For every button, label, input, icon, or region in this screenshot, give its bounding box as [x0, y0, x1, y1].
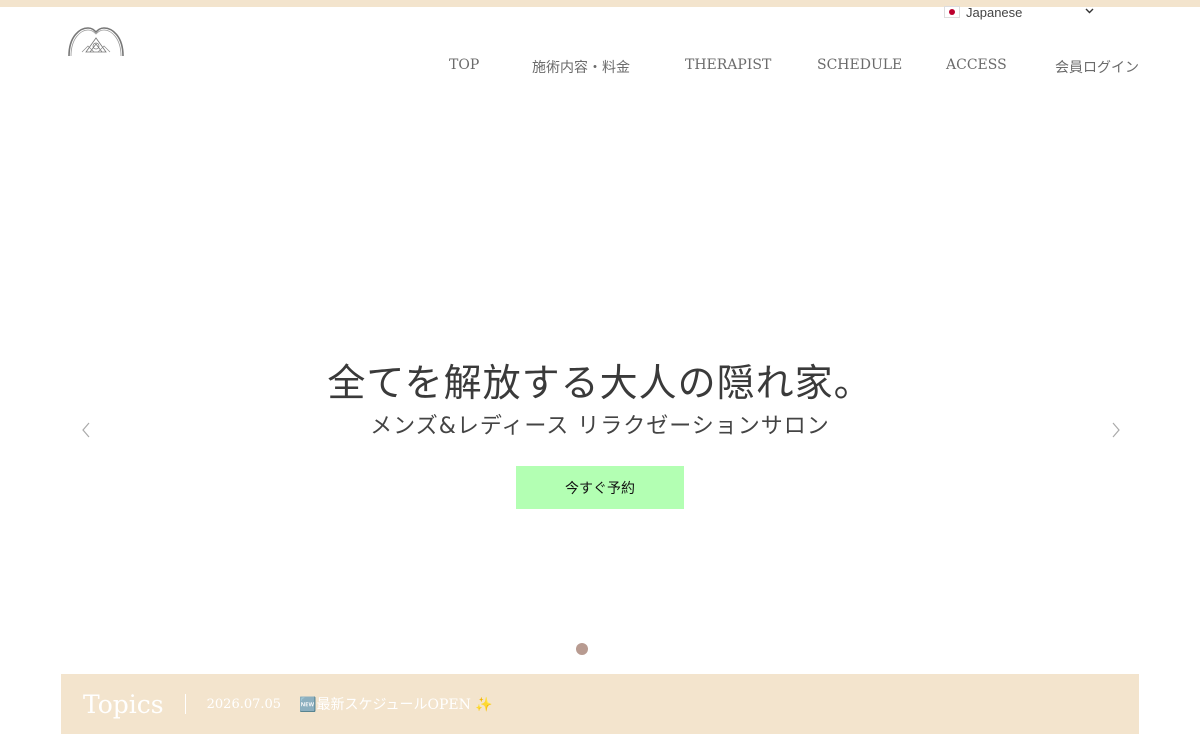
topics-heading: Topics	[83, 689, 164, 719]
nav-item-top[interactable]: TOP	[449, 57, 479, 73]
topics-date: 2026.07.05	[206, 696, 282, 712]
nav-item-therapist[interactable]: THERAPIST	[685, 57, 771, 73]
site-logo[interactable]	[66, 22, 126, 56]
nav-item-member-login[interactable]: 会員ログイン	[1055, 57, 1139, 77]
hero-title: 全てを解放する大人の隠れ家。	[327, 361, 873, 405]
language-selector[interactable]: Japanese	[944, 2, 1104, 22]
nav-item-services-pricing[interactable]: 施術内容・料金	[532, 57, 630, 77]
slider-next-arrow-icon[interactable]	[1106, 420, 1126, 440]
hero-slider: 全てを解放する大人の隠れ家。 メンズ&レディース リラクゼーションサロン 今すぐ…	[0, 90, 1200, 674]
nav-item-access[interactable]: ACCESS	[946, 57, 1007, 73]
topics-headline-link[interactable]: 🆕最新スケジュールOPEN ✨	[299, 694, 493, 714]
slider-pagination-dot[interactable]	[576, 643, 588, 655]
topics-divider	[184, 694, 186, 714]
japan-flag-icon	[944, 6, 960, 18]
reserve-now-button[interactable]: 今すぐ予約	[516, 466, 684, 509]
slider-prev-arrow-icon[interactable]	[76, 420, 96, 440]
language-selected-label: Japanese	[966, 4, 1023, 20]
main-navigation: TOP 施術内容・料金 THERAPIST SCHEDULE ACCESS 会員…	[0, 57, 1200, 77]
topics-bar: Topics 2026.07.05 🆕最新スケジュールOPEN ✨	[61, 674, 1139, 734]
chevron-down-icon	[1085, 6, 1094, 17]
hero-subtitle: メンズ&レディース リラクゼーションサロン	[370, 414, 830, 439]
nav-item-schedule[interactable]: SCHEDULE	[817, 57, 902, 73]
